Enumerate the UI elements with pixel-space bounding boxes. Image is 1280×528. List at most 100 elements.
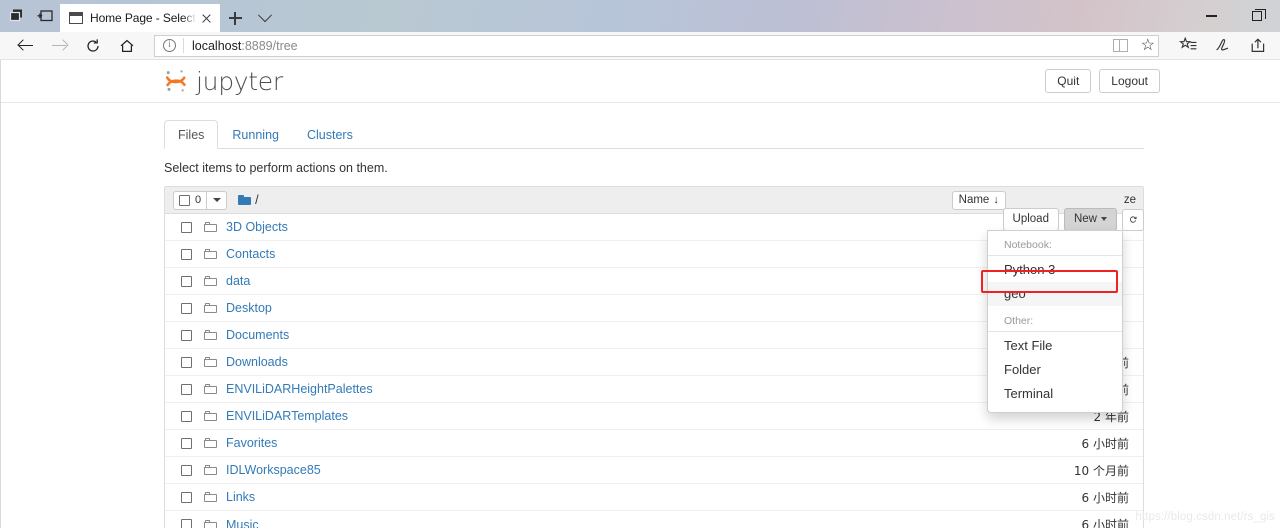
row-checkbox[interactable] (181, 248, 192, 260)
chevron-down-icon[interactable] (250, 4, 280, 32)
address-host: localhost (192, 38, 242, 53)
row-checkbox[interactable] (181, 491, 192, 503)
jupyter-tabs: Files Running Clusters (164, 120, 1144, 149)
maximize-icon (1252, 8, 1266, 21)
upload-button[interactable]: Upload (1002, 208, 1059, 231)
favorite-star-icon[interactable]: ☆ (1141, 37, 1155, 54)
file-name-link[interactable]: Favorites (226, 436, 277, 450)
file-name-link[interactable]: Links (226, 490, 255, 504)
file-list-header: 0 / Name ↓ ze (165, 187, 1143, 214)
address-bar[interactable]: localhost:8889/tree ☆ (154, 34, 1159, 57)
back-button[interactable] (8, 32, 42, 60)
folder-icon (204, 384, 217, 394)
set-tabs-aside-icon[interactable] (36, 7, 54, 25)
refresh-icon (87, 38, 99, 52)
table-row[interactable]: Favorites 6 小时前 (165, 430, 1143, 457)
tab-clusters[interactable]: Clusters (293, 120, 367, 149)
refresh-button[interactable] (76, 32, 110, 60)
refresh-icon (1130, 216, 1137, 223)
file-name-link[interactable]: data (226, 274, 250, 288)
row-checkbox[interactable] (181, 302, 192, 314)
new-button[interactable]: New (1063, 208, 1117, 231)
row-checkbox[interactable] (181, 383, 192, 395)
browser-toolbar: localhost:8889/tree ☆ (0, 32, 1280, 60)
row-checkbox[interactable] (181, 410, 192, 422)
folder-icon (204, 222, 217, 232)
caret-down-icon (1101, 216, 1107, 221)
watermark: https://blog.csdn.net/rs_gis (1135, 511, 1275, 523)
breadcrumb-path[interactable]: / (255, 193, 258, 207)
row-checkbox[interactable] (181, 275, 192, 287)
info-icon[interactable] (163, 38, 176, 52)
minimize-button[interactable] (1188, 0, 1234, 32)
jupyter-logo[interactable]: jupyter (164, 67, 283, 96)
arrow-down-icon: ↓ (993, 194, 999, 206)
reading-view-icon[interactable] (1112, 38, 1128, 53)
file-name-link[interactable]: IDLWorkspace85 (226, 463, 321, 477)
select-all-checkbox[interactable] (179, 194, 190, 206)
address-path: :8889/tree (241, 38, 298, 53)
breadcrumb: / (238, 193, 259, 207)
menu-item-text-file[interactable]: Text File (988, 334, 1122, 358)
menu-item-terminal[interactable]: Terminal (988, 382, 1122, 406)
sort-name-button[interactable]: Name ↓ (951, 190, 1006, 210)
menu-item-geo[interactable]: geo (988, 282, 1122, 306)
jupyter-logo-text: jupyter (196, 66, 283, 96)
browser-tab[interactable]: Home Page - Select or c (60, 4, 220, 32)
back-arrow-icon (18, 38, 33, 53)
file-name-link[interactable]: Music (226, 518, 259, 528)
file-name-link[interactable]: Downloads (226, 355, 288, 369)
refresh-list-button[interactable] (1122, 208, 1144, 231)
folder-icon (204, 276, 217, 286)
browser-window: Home Page - Select or c (0, 0, 1280, 528)
tab-files[interactable]: Files (164, 120, 219, 149)
tab-preview-icon[interactable] (8, 7, 26, 25)
forward-button[interactable] (42, 32, 76, 60)
new-button-label: New (1073, 213, 1097, 225)
file-size-column-header: ze (1123, 194, 1136, 206)
row-checkbox[interactable] (181, 464, 192, 476)
quit-button[interactable]: Quit (1045, 69, 1092, 93)
favorites-hub-icon[interactable] (1179, 36, 1198, 55)
close-icon[interactable] (198, 10, 214, 26)
divider (183, 38, 184, 53)
home-button[interactable] (110, 32, 144, 60)
selection-dropdown-button[interactable] (207, 190, 228, 210)
table-row[interactable]: Music 6 小时前 (165, 511, 1143, 528)
home-icon (120, 39, 134, 52)
page-left-border (0, 60, 1, 528)
row-checkbox[interactable] (181, 356, 192, 368)
jupyter-header-buttons: Quit Logout (1045, 69, 1160, 93)
dropdown-section-other: Other: (988, 312, 1122, 332)
file-name-link[interactable]: Desktop (226, 301, 272, 315)
folder-icon (204, 303, 217, 313)
address-actions: ☆ (1112, 35, 1155, 57)
table-row[interactable]: Links 6 小时前 (165, 484, 1143, 511)
logout-button[interactable]: Logout (1099, 69, 1160, 93)
row-checkbox[interactable] (181, 329, 192, 341)
row-checkbox[interactable] (181, 519, 192, 528)
menu-item-python3[interactable]: Python 3 (988, 258, 1122, 282)
window-controls (1188, 0, 1280, 32)
tab-strip: Home Page - Select or c (0, 0, 1280, 32)
row-checkbox[interactable] (181, 437, 192, 449)
menu-item-folder[interactable]: Folder (988, 358, 1122, 382)
select-all-box[interactable]: 0 (173, 190, 208, 210)
file-name-link[interactable]: 3D Objects (226, 220, 288, 234)
share-icon[interactable] (1249, 36, 1268, 55)
maximize-button[interactable] (1234, 0, 1280, 32)
tab-running[interactable]: Running (218, 120, 293, 149)
file-name-link[interactable]: Documents (226, 328, 289, 342)
table-row[interactable]: IDLWorkspace85 10 个月前 (165, 457, 1143, 484)
row-checkbox[interactable] (181, 221, 192, 233)
new-tab-button[interactable] (220, 4, 250, 32)
file-name-link[interactable]: ENVILiDARHeightPalettes (226, 382, 373, 396)
jupyter-logo-icon (164, 68, 188, 94)
file-name-link[interactable]: Contacts (226, 247, 275, 261)
tab-title: Home Page - Select or c (90, 11, 196, 25)
tabstrip-left-icons (0, 0, 60, 32)
selection-controls: 0 (173, 190, 228, 210)
sort-label: Name (958, 194, 990, 206)
web-notes-icon[interactable] (1214, 36, 1233, 55)
file-name-link[interactable]: ENVILiDARTemplates (226, 409, 348, 423)
